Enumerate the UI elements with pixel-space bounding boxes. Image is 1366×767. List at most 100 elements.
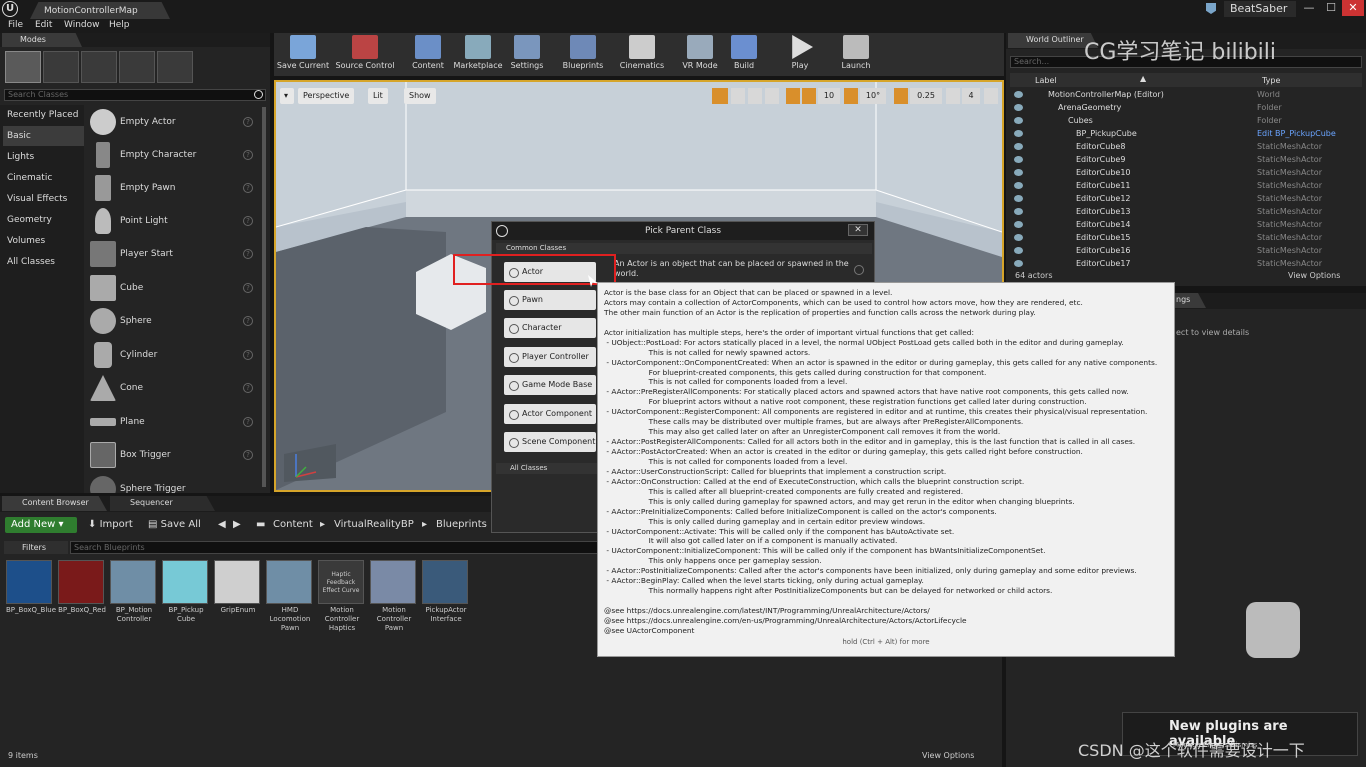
tab-sequencer[interactable]: Sequencer — [110, 496, 215, 511]
blueprints-button[interactable]: Blueprints — [561, 35, 605, 75]
outliner-row[interactable]: EditorCube12 StaticMeshActor — [1010, 193, 1360, 206]
outliner-row[interactable]: EditorCube16 StaticMeshActor — [1010, 245, 1360, 258]
lit-button[interactable]: Lit — [368, 88, 388, 104]
landscape-mode-icon[interactable] — [81, 51, 117, 83]
eye-icon[interactable] — [1014, 143, 1023, 150]
help-icon[interactable]: ? — [243, 183, 253, 193]
maximize-button[interactable]: ☐ — [1320, 0, 1342, 16]
tab-modes[interactable]: Modes — [2, 33, 82, 47]
build-button[interactable]: Build — [730, 35, 758, 75]
launch-button[interactable]: Launch — [836, 35, 876, 75]
menu-help[interactable]: Help — [109, 20, 130, 30]
eye-icon[interactable] — [1014, 195, 1023, 202]
eye-icon[interactable] — [1014, 169, 1023, 176]
level-document-tab[interactable]: MotionControllerMap — [30, 2, 170, 19]
edit-blueprint-link[interactable]: Edit BP_PickupCube — [1257, 129, 1336, 138]
help-icon[interactable]: ? — [243, 350, 253, 360]
category-geometry[interactable]: Geometry — [3, 210, 84, 230]
eye-icon[interactable] — [1014, 156, 1023, 163]
asset-tile[interactable]: Haptic Feedback Effect Curve Motion Contr… — [318, 560, 366, 633]
class-cube[interactable]: Cube? — [88, 273, 260, 305]
pawn-class-button[interactable]: Pawn — [504, 290, 596, 310]
translate-icon[interactable] — [712, 88, 728, 104]
save-current-button[interactable]: Save Current — [276, 35, 330, 75]
save-all-button[interactable]: ▤ Save All — [148, 517, 201, 533]
grid-snap-value[interactable]: 10 — [818, 88, 840, 104]
class-sphere-trigger[interactable]: Sphere Trigger — [88, 474, 260, 493]
actor-component-class-button[interactable]: Actor Component — [504, 404, 596, 424]
breadcrumb-virtualrealitybp[interactable]: VirtualRealityBP — [334, 517, 414, 533]
eye-icon[interactable] — [1014, 130, 1023, 137]
class-player-start[interactable]: Player Start? — [88, 239, 260, 271]
rotation-snap-value[interactable]: 10° — [860, 88, 886, 104]
category-cinematic[interactable]: Cinematic — [3, 168, 84, 188]
tab-content-browser[interactable]: Content Browser — [2, 496, 107, 511]
asset-tile[interactable]: BP_BoxQ_Blue — [6, 560, 56, 615]
dialog-close-button[interactable]: ✕ — [848, 224, 868, 236]
game-mode-base-class-button[interactable]: Game Mode Base — [504, 375, 596, 395]
help-icon[interactable]: ? — [243, 417, 253, 427]
vr-mode-button[interactable]: VR Mode — [679, 35, 721, 75]
menu-file[interactable]: File — [8, 20, 23, 30]
class-cone[interactable]: Cone? — [88, 373, 260, 405]
class-sphere[interactable]: Sphere? — [88, 306, 260, 338]
play-button[interactable]: Play — [784, 35, 816, 75]
outliner-row[interactable]: EditorCube17 StaticMeshActor — [1010, 258, 1360, 268]
category-all-classes[interactable]: All Classes — [3, 252, 84, 272]
eye-icon[interactable] — [1014, 182, 1023, 189]
back-button[interactable]: ◀ — [218, 517, 226, 533]
import-button[interactable]: ⬇ Import — [88, 517, 133, 533]
help-icon[interactable]: ? — [243, 150, 253, 160]
foliage-mode-icon[interactable] — [119, 51, 155, 83]
viewport-options-button[interactable]: ▾ — [280, 88, 294, 104]
search-classes-input[interactable]: Search Classes — [4, 89, 266, 101]
paint-mode-icon[interactable] — [43, 51, 79, 83]
common-classes-header[interactable]: Common Classes — [496, 243, 872, 254]
asset-tile[interactable]: GripEnum — [214, 560, 262, 615]
class-box-trigger[interactable]: Box Trigger? — [88, 440, 260, 472]
breadcrumb-blueprints[interactable]: Blueprints — [436, 517, 487, 533]
category-basic[interactable]: Basic — [3, 126, 84, 146]
help-icon[interactable]: ? — [243, 249, 253, 259]
help-icon[interactable]: ? — [243, 216, 253, 226]
camera-speed-value[interactable]: 4 — [962, 88, 980, 104]
category-visual-effects[interactable]: Visual Effects — [3, 189, 84, 209]
eye-icon[interactable] — [1014, 104, 1023, 111]
unreal-logo-icon[interactable]: U — [2, 1, 18, 17]
eye-icon[interactable] — [1014, 234, 1023, 241]
asset-tile[interactable]: HMD Locomotion Pawn — [266, 560, 314, 633]
help-icon[interactable]: ? — [243, 383, 253, 393]
rotate-icon[interactable] — [731, 88, 745, 104]
outliner-row[interactable]: ArenaGeometry Folder — [1010, 102, 1360, 115]
geometry-mode-icon[interactable] — [157, 51, 193, 83]
minimize-button[interactable]: — — [1298, 0, 1320, 16]
class-empty-actor[interactable]: Empty Actor? — [88, 107, 260, 139]
asset-tile[interactable]: Motion Controller Pawn — [370, 560, 418, 633]
asset-tile[interactable]: BP_BoxQ_Red — [58, 560, 106, 615]
outliner-row[interactable]: MotionControllerMap (Editor) World — [1010, 89, 1360, 102]
help-icon[interactable] — [854, 265, 864, 275]
settings-button[interactable]: Settings — [509, 35, 545, 75]
view-options-button[interactable]: View Options — [1288, 271, 1340, 280]
outliner-row[interactable]: EditorCube9 StaticMeshActor — [1010, 154, 1360, 167]
outliner-row[interactable]: EditorCube10 StaticMeshActor — [1010, 167, 1360, 180]
perspective-button[interactable]: Perspective — [298, 88, 355, 104]
class-empty-character[interactable]: Empty Character? — [88, 140, 260, 172]
place-mode-icon[interactable] — [5, 51, 41, 83]
outliner-row[interactable]: EditorCube11 StaticMeshActor — [1010, 180, 1360, 193]
source-control-button[interactable]: Source Control — [334, 35, 396, 75]
eye-icon[interactable] — [1014, 221, 1023, 228]
column-type[interactable]: Type — [1262, 76, 1280, 85]
surface-snap-icon[interactable] — [786, 88, 800, 104]
eye-icon[interactable] — [1014, 91, 1023, 98]
content-button[interactable]: Content — [410, 35, 446, 75]
category-volumes[interactable]: Volumes — [3, 231, 84, 251]
help-icon[interactable]: ? — [243, 117, 253, 127]
outliner-row[interactable]: EditorCube15 StaticMeshActor — [1010, 232, 1360, 245]
column-label[interactable]: Label — [1035, 76, 1057, 85]
filters-button[interactable]: Filters — [4, 541, 68, 554]
camera-speed-icon[interactable] — [946, 88, 960, 104]
help-icon[interactable]: ? — [243, 283, 253, 293]
help-icon[interactable]: ? — [243, 316, 253, 326]
breadcrumb-content[interactable]: Content — [273, 517, 313, 533]
